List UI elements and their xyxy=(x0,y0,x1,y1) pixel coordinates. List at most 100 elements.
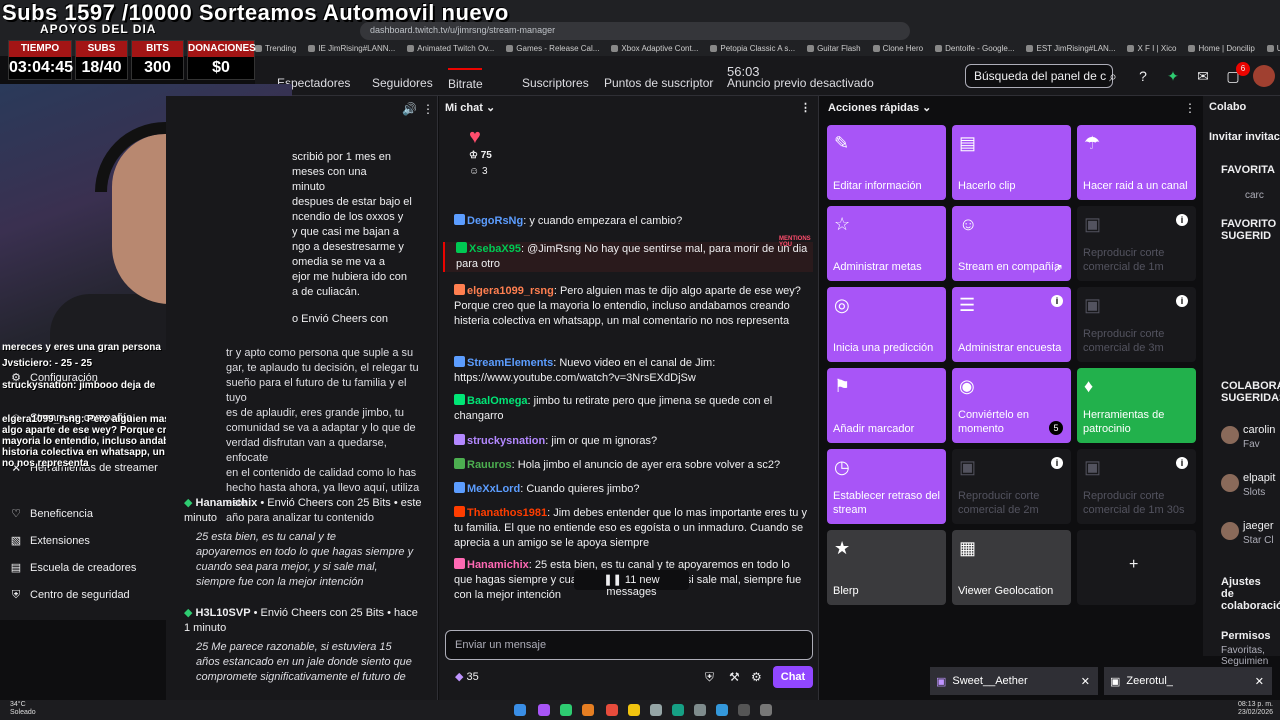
collab-user[interactable]: carolin Fav xyxy=(1221,422,1280,458)
volume-icon[interactable]: 🔊 xyxy=(402,102,417,116)
puntos-label[interactable]: Puntos de suscriptor xyxy=(604,76,713,90)
app-icon[interactable] xyxy=(560,704,572,716)
quick-action-3[interactable]: ☆ Administrar metas xyxy=(827,206,946,281)
start-icon[interactable] xyxy=(514,704,526,716)
collab-user[interactable]: jaeger Star Cl xyxy=(1221,518,1280,554)
bookmark-item[interactable]: Animated Twitch Ov... xyxy=(407,42,494,54)
collab-user[interactable]: elpapit Slots xyxy=(1221,470,1280,506)
bitrate-stat[interactable]: Bitrate xyxy=(448,66,483,91)
chat-username[interactable]: Hanamichix xyxy=(467,559,529,571)
app-icon[interactable] xyxy=(716,704,728,716)
info-icon[interactable]: i xyxy=(1176,295,1188,307)
chat-username[interactable]: struckysnation xyxy=(467,435,545,447)
chat-message[interactable]: MeXxLord: Cuando quieres jimbo? xyxy=(454,482,809,497)
gear-icon[interactable]: ⚙ xyxy=(751,670,762,684)
info-icon[interactable]: i xyxy=(1176,214,1188,226)
chat-username[interactable]: XsebaX95 xyxy=(469,243,521,255)
chat-username[interactable]: Rauuros xyxy=(467,459,512,471)
chat-message[interactable]: XsebaX95: @JimRsng No hay que sentirse m… xyxy=(443,242,813,272)
quick-actions-title[interactable]: Acciones rápidas ⌄ xyxy=(828,101,931,114)
more-icon[interactable]: ⋮ xyxy=(422,102,434,116)
inbox-icon[interactable]: ✉ xyxy=(1193,66,1213,86)
quick-action-10[interactable]: ◉ Conviértelo en momento 5 xyxy=(952,368,1071,443)
quick-action-1[interactable]: ▤ Hacerlo clip xyxy=(952,125,1071,200)
bookmark-item[interactable]: X F I | Xico xyxy=(1127,42,1176,54)
quick-action-0[interactable]: ✎ Editar información xyxy=(827,125,946,200)
bookmark-item[interactable]: Guitar Flash xyxy=(807,42,861,54)
help-icon[interactable]: ? xyxy=(1133,66,1153,86)
quick-action-17[interactable]: + xyxy=(1077,530,1196,605)
chat-message[interactable]: Rauuros: Hola jimbo el anuncio de ayer e… xyxy=(454,458,809,473)
channel-points[interactable]: ◆ 35 xyxy=(455,670,479,683)
app-icon[interactable] xyxy=(694,704,706,716)
avatar[interactable] xyxy=(1253,65,1275,87)
invite-button[interactable]: Invitar invitac xyxy=(1209,131,1280,143)
app-icon[interactable] xyxy=(672,704,684,716)
suscriptores-label[interactable]: Suscriptores xyxy=(522,76,589,90)
dashboard-search-input[interactable]: Búsqueda del panel de c xyxy=(965,64,1113,88)
chat-message[interactable]: DegoRsNg: y cuando empezara el cambio? xyxy=(454,214,809,229)
chat-message[interactable]: StreamElements: Nuevo video en el canal … xyxy=(454,356,809,386)
chat-username[interactable]: elgera1099_rsng xyxy=(467,285,554,297)
nav-item-3[interactable]: ♡ Beneficencia xyxy=(10,508,93,520)
chat-username[interactable]: BaalOmega xyxy=(467,395,528,407)
bookmark-item[interactable]: Petopia Classic A s... xyxy=(710,42,795,54)
fav-user[interactable]: carc xyxy=(1245,190,1264,201)
bookmark-item[interactable]: Unefon - Ilimitado xyxy=(1266,42,1280,54)
close-icon[interactable]: ✕ xyxy=(1081,675,1090,688)
chat-input[interactable]: Enviar un mensaje xyxy=(445,630,813,660)
weather-widget[interactable]: 34°C Soleado xyxy=(10,701,36,717)
more-icon[interactable]: ⋮ xyxy=(800,101,811,114)
nav-item-4[interactable]: ▧ Extensiones xyxy=(10,535,90,547)
quick-action-6[interactable]: ◎ Inicia una predicción xyxy=(827,287,946,362)
search-icon[interactable]: ⌕ xyxy=(1103,66,1123,86)
app-icon[interactable] xyxy=(606,704,618,716)
app-icon[interactable] xyxy=(582,704,594,716)
bookmark-item[interactable]: Home | Doncilip xyxy=(1188,42,1255,54)
permisos-label[interactable]: Permisos xyxy=(1221,630,1271,642)
nav-item-5[interactable]: ▤ Escuela de creadores xyxy=(10,562,137,574)
close-icon[interactable]: ✕ xyxy=(1255,675,1264,688)
bookmark-item[interactable]: Games - Release Cal... xyxy=(506,42,599,54)
chat-username[interactable]: StreamElements xyxy=(467,357,553,369)
activity-icon[interactable]: ✦ xyxy=(1163,66,1183,86)
chat-message[interactable]: elgera1099_rsng: Pero alguien mas te dij… xyxy=(454,284,809,329)
chat-title[interactable]: Mi chat xyxy=(445,102,483,114)
quick-action-16[interactable]: ▦ Viewer Geolocation xyxy=(952,530,1071,605)
info-icon[interactable]: i xyxy=(1176,457,1188,469)
info-icon[interactable]: i xyxy=(1051,295,1063,307)
quick-action-15[interactable]: ★ Blerp xyxy=(827,530,946,605)
chat-message[interactable]: Thanathos1981: Jim debes entender que lo… xyxy=(454,506,809,551)
clock[interactable]: 08:13 p. m. 23/02/2026 xyxy=(1213,701,1273,717)
quick-action-2[interactable]: ☂ Hacer raid a un canal xyxy=(1077,125,1196,200)
chevron-down-icon[interactable]: ⌄ xyxy=(486,102,495,114)
bookmark-item[interactable]: Trending xyxy=(255,42,296,54)
app-icon[interactable] xyxy=(760,704,772,716)
shield-icon[interactable]: ⛨ xyxy=(705,670,714,685)
mod-tools-icon[interactable]: ⚒ xyxy=(729,670,740,684)
nav-item-6[interactable]: ⛨ Centro de seguridad xyxy=(10,589,130,601)
chat-username[interactable]: Thanathos1981 xyxy=(467,507,547,519)
chat-message[interactable]: struckysnation: jim or que m ignoras? xyxy=(454,434,809,449)
app-icon[interactable] xyxy=(628,704,640,716)
new-messages-button[interactable]: ❚❚ 11 new messages xyxy=(574,570,689,598)
app-icon[interactable] xyxy=(538,704,550,716)
bookmark-item[interactable]: EST JimRising#LAN... xyxy=(1026,42,1115,54)
bookmark-item[interactable]: Clone Hero xyxy=(872,42,923,54)
raid-tab-sweet-aether[interactable]: ▣ Sweet__Aether ✕ xyxy=(930,667,1098,695)
chat-message[interactable]: BaalOmega: jimbo tu retirate pero que ji… xyxy=(454,394,809,424)
quick-action-11[interactable]: ♦ Herramientas de patrocinio xyxy=(1077,368,1196,443)
quick-action-7[interactable]: ☰ Administrar encuesta i xyxy=(952,287,1071,362)
bookmark-item[interactable]: Xbox Adaptive Cont... xyxy=(611,42,698,54)
quick-action-12[interactable]: ◷ Establecer retraso del stream xyxy=(827,449,946,524)
raid-tab-zeerotul[interactable]: ▣ Zeerotul_ ✕ xyxy=(1104,667,1272,695)
chat-username[interactable]: MeXxLord xyxy=(467,483,520,495)
info-icon[interactable]: i xyxy=(1051,457,1063,469)
quick-action-4[interactable]: ☺ Stream en compañía ↗ xyxy=(952,206,1071,281)
bookmark-item[interactable]: Dentoife - Google... xyxy=(935,42,1014,54)
bookmark-item[interactable]: IE JimRising#LANN... xyxy=(308,42,395,54)
app-icon[interactable] xyxy=(738,704,750,716)
more-icon[interactable]: ⋮ xyxy=(1184,101,1196,115)
app-icon[interactable] xyxy=(650,704,662,716)
chat-send-button[interactable]: Chat xyxy=(773,666,813,688)
